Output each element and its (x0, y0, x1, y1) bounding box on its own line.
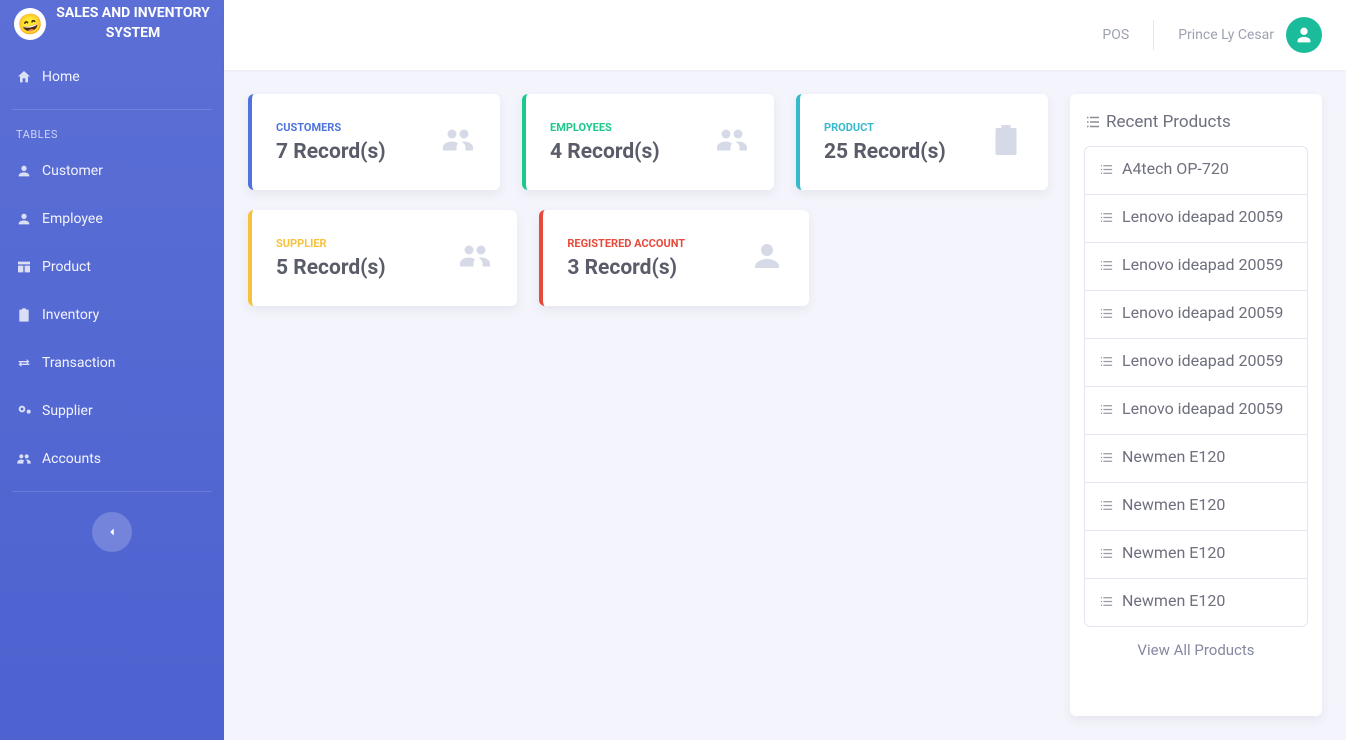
sidebar-item-product[interactable]: Product (0, 243, 224, 291)
brand-logo-icon (11, 5, 48, 42)
recent-product-name: Newmen E120 (1122, 447, 1225, 467)
sidebar-divider (12, 491, 212, 492)
recent-products-panel: Recent Products A4tech OP-720 Lenovo idea… (1070, 94, 1322, 716)
user-icon (749, 238, 785, 278)
sidebar-item-transaction[interactable]: Transaction (0, 339, 224, 387)
list-icon (1099, 543, 1114, 566)
user-name-label: Prince Ly Cesar (1178, 27, 1274, 43)
sidebar-item-label: Transaction (42, 355, 116, 371)
topbar: POS Prince Ly Cesar (224, 0, 1346, 70)
avatar (1286, 17, 1322, 53)
sidebar-item-label: Supplier (42, 403, 93, 419)
home-icon (16, 69, 32, 85)
recent-product-item[interactable]: Newmen E120 (1085, 579, 1307, 626)
clipboard-icon (16, 307, 32, 323)
recent-product-item[interactable]: A4tech OP-720 (1085, 147, 1307, 195)
sidebar-item-employee[interactable]: Employee (0, 195, 224, 243)
sidebar-item-label: Inventory (42, 307, 99, 323)
list-icon (1099, 351, 1114, 374)
card-value: 5 Record(s) (276, 256, 386, 280)
sidebar: SALES AND INVENTORY SYSTEM Home TABLES C… (0, 0, 224, 740)
list-icon (1099, 255, 1114, 278)
recent-product-item[interactable]: Newmen E120 (1085, 483, 1307, 531)
card-label: CUSTOMERS (276, 121, 386, 134)
card-label: REGISTERED ACCOUNT (567, 237, 685, 250)
card-value: 3 Record(s) (567, 256, 685, 280)
topbar-link-pos[interactable]: POS (1102, 27, 1129, 43)
card-label: SUPPLIER (276, 237, 386, 250)
users-icon (16, 451, 32, 467)
card-value: 4 Record(s) (550, 140, 660, 164)
card-customers[interactable]: CUSTOMERS 7 Record(s) (248, 94, 500, 190)
brand-title: SALES AND INVENTORY SYSTEM (56, 4, 210, 43)
card-product[interactable]: PRODUCT 25 Record(s) (796, 94, 1048, 190)
card-label: EMPLOYEES (550, 121, 660, 134)
recent-product-name: Newmen E120 (1122, 543, 1225, 563)
list-icon (1099, 303, 1114, 326)
list-icon (1099, 399, 1114, 422)
user-menu[interactable]: Prince Ly Cesar (1178, 17, 1322, 53)
recent-product-name: Newmen E120 (1122, 495, 1225, 515)
list-icon (1099, 591, 1114, 614)
recent-product-name: Lenovo ideapad 20059 (1122, 303, 1283, 323)
users-icon (457, 238, 493, 278)
sidebar-item-label: Product (42, 259, 91, 275)
clipboard-icon (988, 122, 1024, 162)
sidebar-item-home[interactable]: Home (0, 53, 224, 101)
recent-product-item[interactable]: Lenovo ideapad 20059 (1085, 387, 1307, 435)
user-icon (16, 163, 32, 179)
sidebar-item-customer[interactable]: Customer (0, 147, 224, 195)
list-icon (1099, 447, 1114, 470)
sidebar-divider (12, 109, 212, 110)
card-value: 7 Record(s) (276, 140, 386, 164)
card-supplier[interactable]: SUPPLIER 5 Record(s) (248, 210, 517, 306)
recent-products-list: A4tech OP-720 Lenovo ideapad 20059 Lenovo … (1084, 146, 1308, 627)
list-icon (1099, 207, 1114, 230)
view-all-products-link[interactable]: View All Products (1084, 627, 1308, 663)
cogs-icon (16, 403, 32, 419)
recent-product-name: A4tech OP-720 (1122, 159, 1229, 179)
main: POS Prince Ly Cesar CUSTOMERS 7 Record(s… (224, 0, 1346, 740)
sidebar-item-inventory[interactable]: Inventory (0, 291, 224, 339)
users-icon (714, 122, 750, 162)
recent-product-item[interactable]: Newmen E120 (1085, 531, 1307, 579)
users-icon (440, 122, 476, 162)
recent-product-item[interactable]: Lenovo ideapad 20059 (1085, 339, 1307, 387)
recent-product-item[interactable]: Newmen E120 (1085, 435, 1307, 483)
recent-product-name: Lenovo ideapad 20059 (1122, 351, 1283, 371)
exchange-icon (16, 355, 32, 371)
list-icon (1099, 495, 1114, 518)
card-label: PRODUCT (824, 121, 946, 134)
recent-product-item[interactable]: Lenovo ideapad 20059 (1085, 291, 1307, 339)
table-icon (16, 259, 32, 275)
recent-product-name: Lenovo ideapad 20059 (1122, 399, 1283, 419)
topbar-separator (1153, 20, 1154, 50)
chevron-left-icon (105, 525, 119, 539)
user-icon (16, 211, 32, 227)
sidebar-item-label: Employee (42, 211, 103, 227)
sidebar-item-supplier[interactable]: Supplier (0, 387, 224, 435)
list-icon (1084, 113, 1102, 131)
card-employees[interactable]: EMPLOYEES 4 Record(s) (522, 94, 774, 190)
list-icon (1099, 159, 1114, 182)
content: CUSTOMERS 7 Record(s) EMPLOYEES 4 Record… (224, 70, 1346, 740)
sidebar-collapse-button[interactable] (92, 512, 132, 552)
panel-title: Recent Products (1084, 112, 1308, 132)
recent-product-item[interactable]: Lenovo ideapad 20059 (1085, 243, 1307, 291)
brand[interactable]: SALES AND INVENTORY SYSTEM (0, 0, 224, 53)
card-value: 25 Record(s) (824, 140, 946, 164)
sidebar-item-label: Home (42, 69, 80, 85)
sidebar-item-accounts[interactable]: Accounts (0, 435, 224, 483)
recent-product-item[interactable]: Lenovo ideapad 20059 (1085, 195, 1307, 243)
sidebar-item-label: Accounts (42, 451, 101, 467)
recent-product-name: Lenovo ideapad 20059 (1122, 255, 1283, 275)
sidebar-item-label: Customer (42, 163, 103, 179)
cards-area: CUSTOMERS 7 Record(s) EMPLOYEES 4 Record… (248, 94, 1048, 716)
recent-product-name: Newmen E120 (1122, 591, 1225, 611)
card-registered-account[interactable]: REGISTERED ACCOUNT 3 Record(s) (539, 210, 808, 306)
sidebar-heading-tables: TABLES (0, 118, 224, 147)
recent-product-name: Lenovo ideapad 20059 (1122, 207, 1283, 227)
